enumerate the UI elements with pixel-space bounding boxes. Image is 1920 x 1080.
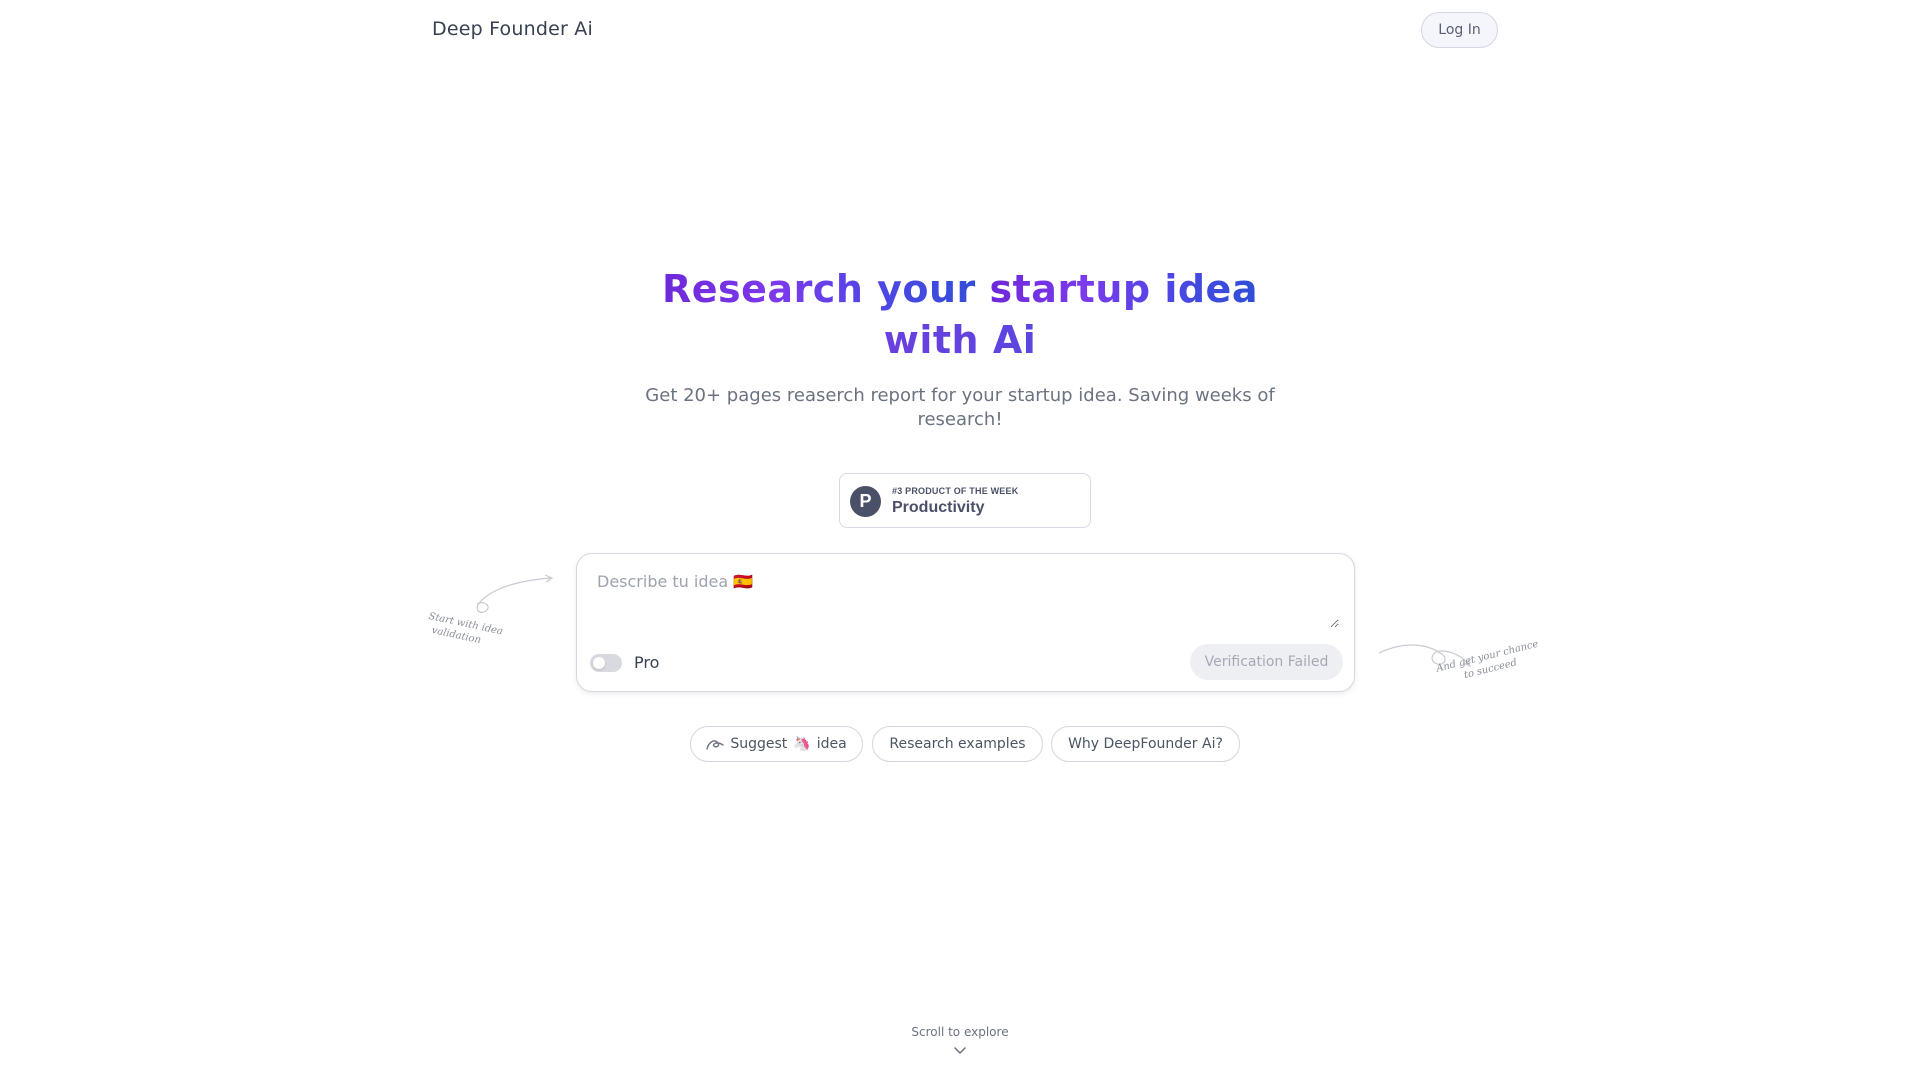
idea-input-card: Pro 0 / 2500 Verification Failed [576,553,1355,692]
pro-toggle-knob [593,657,605,669]
unicorn-icon: 🦄 [793,736,811,752]
quick-actions: Suggest 🦄 idea Research examples Why Dee… [0,726,1920,762]
chevron-down-icon[interactable] [953,1046,967,1056]
login-button[interactable]: Log In [1421,12,1498,48]
suggest-label: Suggest [730,736,788,752]
hero-title-part-1: Research your [662,267,990,311]
product-hunt-badge[interactable]: P #3 PRODUCT OF THE WEEK Productivity [839,473,1091,528]
hero-title-line-2: with Ai [560,315,1360,366]
hero-title-part-2: startup idea [989,267,1258,311]
brand-name[interactable]: Deep Founder Ai [432,18,593,40]
submit-button[interactable]: Verification Failed [1190,644,1343,680]
hero-title-line-1: Research your startup idea [560,264,1360,315]
idea-textarea[interactable] [597,572,1339,628]
suggest-suffix: idea [816,736,847,752]
pro-label: Pro [634,653,660,672]
badge-kicker: #3 PRODUCT OF THE WEEK [892,486,1019,496]
badge-category: Productivity [892,499,985,516]
sparkle-loop-icon [706,740,725,750]
hero-title: Research your startup idea with Ai [560,264,1360,366]
pro-toggle[interactable] [590,654,622,672]
top-header: Deep Founder Ai Log In [0,0,1920,60]
hero-subtitle: Get 20+ pages reaserch report for your s… [645,385,1275,430]
hero-title-part-3: with Ai [883,318,1037,362]
suggest-idea-button[interactable]: Suggest 🦄 idea [690,726,863,762]
why-deepfounder-button[interactable]: Why DeepFounder Ai? [1051,726,1240,762]
product-hunt-icon: P [850,486,881,517]
scroll-hint[interactable]: Scroll to explore [860,1025,1060,1039]
research-examples-button[interactable]: Research examples [872,726,1043,762]
